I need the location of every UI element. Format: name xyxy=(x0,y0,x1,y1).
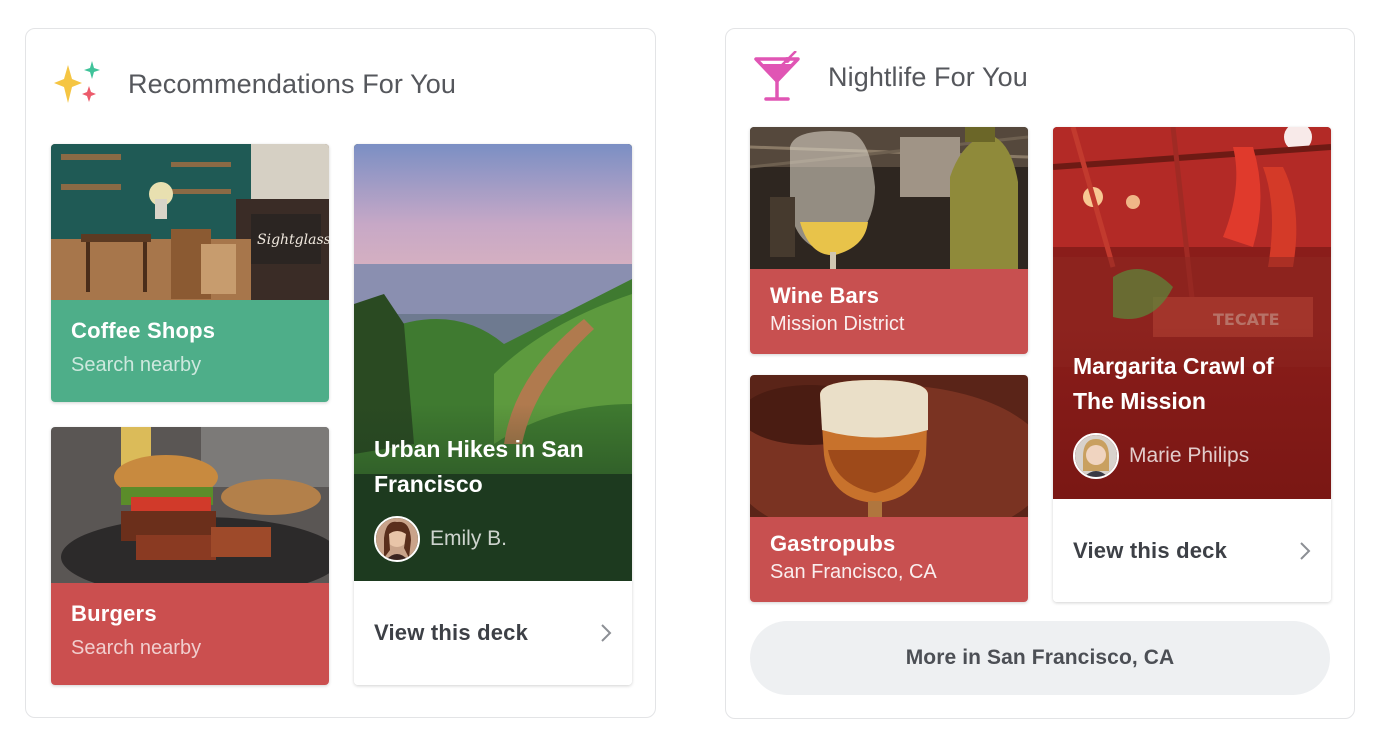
deck-info: Urban Hikes in San Francisco Emily B. xyxy=(374,432,614,562)
nightlife-panel: Nightlife For You Wine Bars Mission Dist… xyxy=(725,28,1355,719)
wine-bar-image xyxy=(750,127,1028,269)
urban-hikes-deck-card[interactable]: Urban Hikes in San Francisco Emily B. Vi… xyxy=(354,144,632,685)
card-title: Coffee Shops xyxy=(71,318,216,343)
gastropubs-footer: Gastropubs San Francisco, CA xyxy=(750,517,1028,602)
chevron-right-icon xyxy=(601,624,612,642)
view-deck-link[interactable]: View this deck xyxy=(354,581,632,685)
card-subtitle: Search nearby xyxy=(71,637,202,659)
coffee-shop-image: Sightglass xyxy=(51,144,329,300)
view-deck-label: View this deck xyxy=(374,620,529,645)
recommendations-title: Recommendations For You xyxy=(128,68,456,99)
coffee-shops-card[interactable]: Sightglass Coffee Shops Search nearby xyxy=(51,144,329,402)
cocktail-icon xyxy=(754,51,800,101)
deck-title: Margarita Crawl of The Mission xyxy=(1073,353,1274,414)
card-title: Gastropubs xyxy=(770,531,896,556)
svg-text:Sightglass: Sightglass xyxy=(257,232,329,248)
deck-title: Urban Hikes in San Francisco xyxy=(374,436,584,497)
card-subtitle: Mission District xyxy=(770,313,905,335)
more-in-city-button[interactable]: More in San Francisco, CA xyxy=(750,621,1330,695)
burger-image xyxy=(51,427,329,583)
more-in-city-label: More in San Francisco, CA xyxy=(905,646,1175,669)
recommendations-header: Recommendations For You xyxy=(52,59,456,109)
margarita-crawl-deck-card[interactable]: TECATE Margarita Crawl of The Mission Ma… xyxy=(1053,127,1331,602)
beer-glass-image xyxy=(750,375,1028,517)
avatar xyxy=(1073,433,1119,479)
coffee-shops-footer: Coffee Shops Search nearby xyxy=(51,300,329,402)
deck-author: Marie Philips xyxy=(1073,433,1313,479)
card-subtitle: Search nearby xyxy=(71,354,202,376)
recommendations-panel: Recommendations For You Sightglass Coffe… xyxy=(25,28,656,718)
wine-bars-card[interactable]: Wine Bars Mission District xyxy=(750,127,1028,354)
deck-info: Margarita Crawl of The Mission Marie Phi… xyxy=(1073,349,1313,479)
card-title: Burgers xyxy=(71,601,157,626)
chevron-right-icon xyxy=(1300,541,1311,560)
burgers-footer: Burgers Search nearby xyxy=(51,583,329,685)
card-title: Wine Bars xyxy=(770,283,880,308)
gastropubs-card[interactable]: Gastropubs San Francisco, CA xyxy=(750,375,1028,602)
card-subtitle: San Francisco, CA xyxy=(770,561,937,583)
wine-bars-footer: Wine Bars Mission District xyxy=(750,269,1028,354)
nightlife-title: Nightlife For You xyxy=(828,61,1028,92)
burgers-card[interactable]: Burgers Search nearby xyxy=(51,427,329,685)
deck-author: Emily B. xyxy=(374,516,614,562)
view-deck-link[interactable]: View this deck xyxy=(1053,499,1331,602)
sparkles-icon xyxy=(54,61,100,103)
view-deck-label: View this deck xyxy=(1073,537,1228,563)
author-name: Emily B. xyxy=(430,527,508,550)
nightlife-header: Nightlife For You xyxy=(752,51,1028,103)
avatar xyxy=(374,516,420,562)
author-name: Marie Philips xyxy=(1129,444,1250,467)
